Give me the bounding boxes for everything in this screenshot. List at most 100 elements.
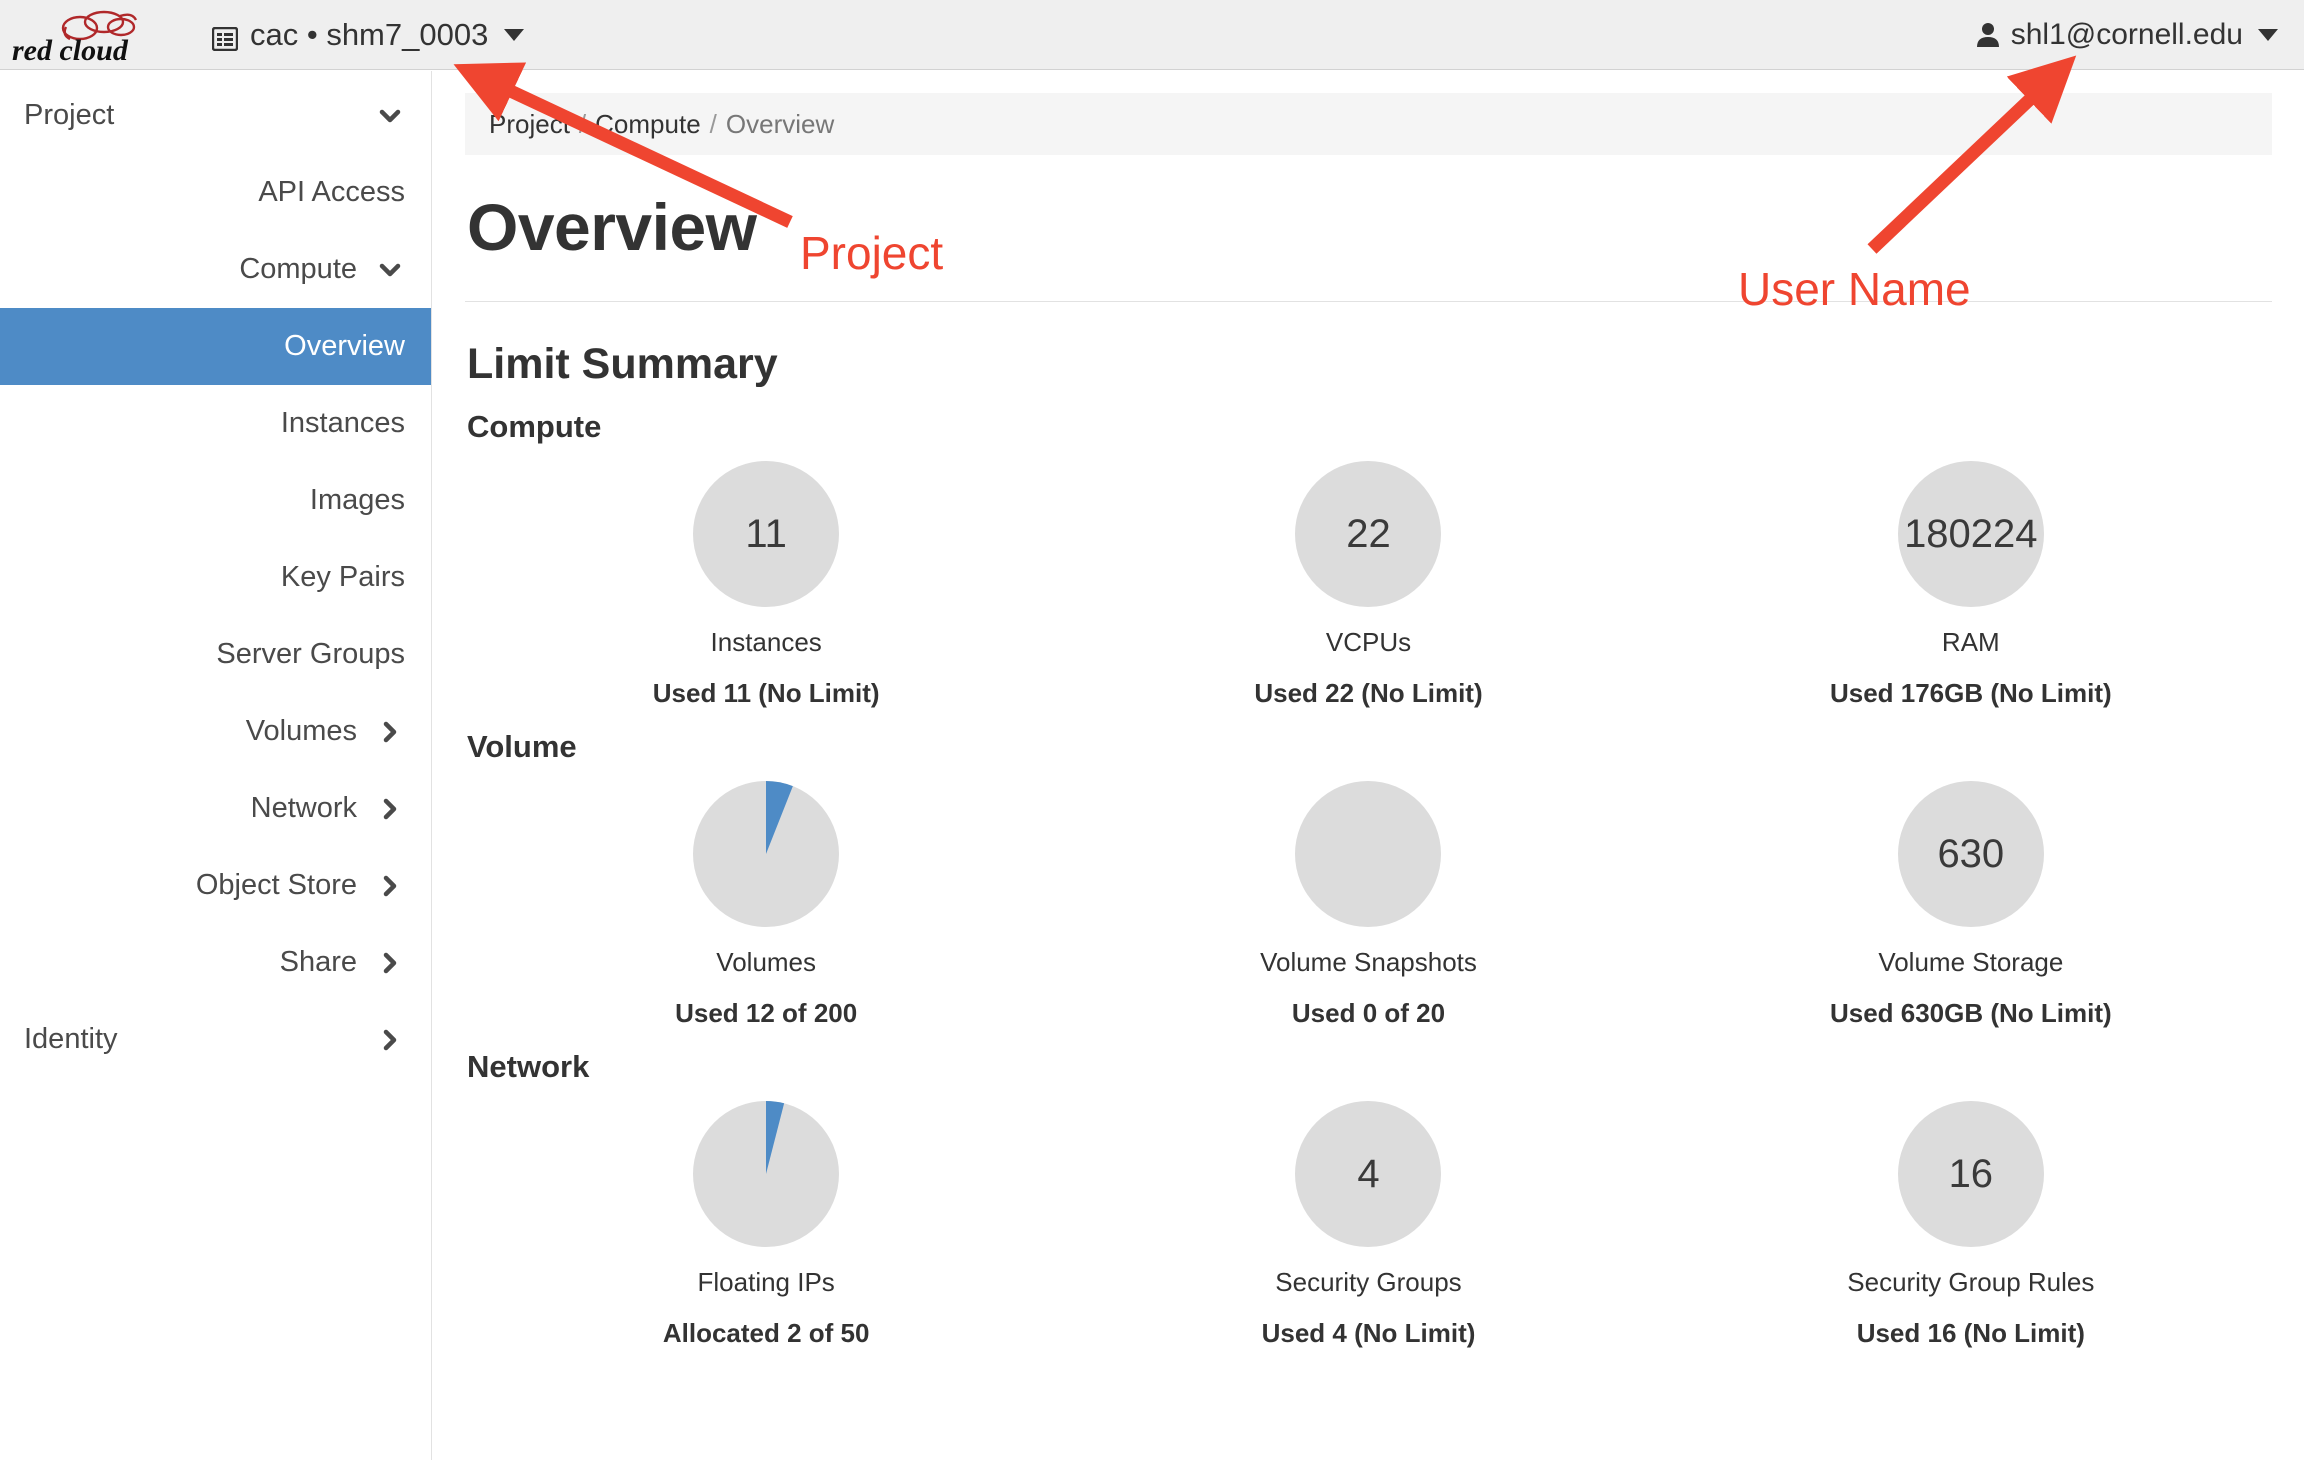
gauge-value-text: 16 xyxy=(1948,1151,1994,1196)
breadcrumb-item-compute[interactable]: Compute xyxy=(595,109,701,140)
gauge-label-instances: Instances xyxy=(710,627,822,657)
gauge-usage-instances: Used 11 (No Limit) xyxy=(652,678,880,708)
gauge-value-text: 4 xyxy=(1357,1151,1380,1196)
gauge-label-volume-storage: Volume Storage xyxy=(1878,947,2064,977)
red-cloud-logo[interactable]: red cloud xyxy=(0,0,170,70)
limit-summary-heading: Limit Summary xyxy=(467,340,778,388)
gauge-label-floating-ips: Floating IPs xyxy=(697,1267,835,1297)
gauge-label-vcpus: VCPUs xyxy=(1325,627,1412,657)
gauge-pie-volumes xyxy=(693,781,840,927)
gauge-value-security-groups: 4 xyxy=(1295,1101,1442,1247)
gauge-row-compute: 11 Instances Used 11 (No Limit) 22 VCPUs Used… xyxy=(465,461,2272,709)
sidebar-item-label: Volumes xyxy=(245,715,357,747)
gauge-value-text: 11 xyxy=(745,511,787,556)
gauge-vcpus: 22 VCPUs Used 22 (No Limit) xyxy=(1067,461,1669,709)
sidebar-item-key-pairs[interactable]: Key Pairs xyxy=(0,539,431,616)
title-divider xyxy=(465,301,2272,302)
breadcrumb-separator: / xyxy=(578,108,587,139)
sidebar-item-label: Images xyxy=(309,484,405,516)
gauge-label-security-groups: Security Groups xyxy=(1275,1267,1462,1297)
chevron-right-icon xyxy=(375,948,405,978)
gauge-label-ram: RAM xyxy=(1941,627,2000,657)
gauge-value-security-group-rules: 16 xyxy=(1897,1101,2044,1247)
section-heading-compute: Compute xyxy=(467,409,602,444)
sidebar-item-label: Server Groups xyxy=(216,638,405,670)
chevron-down-icon xyxy=(375,255,405,285)
gauge-usage-volume-snapshots: Used 0 of 20 xyxy=(1291,998,1446,1028)
gauge-usage-vcpus: Used 22 (No Limit) xyxy=(1254,678,1483,708)
sidebar-item-volumes[interactable]: Volumes xyxy=(0,693,431,770)
gauge-value-text: 180224 xyxy=(1904,511,2038,556)
gauge-row-volume: Volumes Used 12 of 200 Volume Snapshots Use… xyxy=(465,781,2272,1029)
top-bar: red cloud cac • shm7_0003 shl1@cornell.e… xyxy=(0,0,2304,70)
project-switcher-label: cac • shm7_0003 xyxy=(250,16,489,52)
sidebar-item-label: Compute xyxy=(239,253,357,285)
sidebar-item-identity[interactable]: Identity xyxy=(0,1001,431,1078)
section-heading-network: Network xyxy=(467,1049,590,1084)
gauge-value-ram: 180224 xyxy=(1897,461,2044,607)
gauge-label-volumes: Volumes xyxy=(716,947,817,977)
gauge-floating-ips: Floating IPs Allocated 2 of 50 xyxy=(465,1101,1067,1349)
gauge-value-text: 630 xyxy=(1937,831,2005,876)
gauge-volume-storage: 630 Volume Storage Used 630GB (No Limit) xyxy=(1670,781,2272,1029)
sidebar-item-network[interactable]: Network xyxy=(0,770,431,847)
limit-sections: Compute 11 Instances Used 11 (No Limit) 22 VC… xyxy=(465,409,2272,1349)
sidebar-item-label: Key Pairs xyxy=(280,561,405,593)
sidebar-nav: Project API Access Compute Overview Instance… xyxy=(0,71,432,1460)
gauge-instances: 11 Instances Used 11 (No Limit) xyxy=(465,461,1067,709)
sidebar-item-label: Project xyxy=(24,99,115,131)
gauge-row-network: Floating IPs Allocated 2 of 50 4 Security G… xyxy=(465,1101,2272,1349)
gauge-label-volume-snapshots: Volume Snapshots xyxy=(1260,947,1477,977)
gauge-volumes: Volumes Used 12 of 200 xyxy=(465,781,1067,1029)
gauge-label-security-group-rules: Security Group Rules xyxy=(1847,1267,2095,1297)
gauge-ram: 180224 RAM Used 176GB (No Limit) xyxy=(1670,461,2272,709)
project-list-icon xyxy=(211,23,239,51)
gauge-value-instances: 11 xyxy=(693,461,840,607)
gauge-value-volume-snapshots xyxy=(1295,781,1442,927)
chevron-right-icon xyxy=(375,794,405,824)
breadcrumb-separator: / xyxy=(709,108,717,139)
section-heading-volume: Volume xyxy=(467,729,577,764)
user-menu-label: shl1@cornell.edu xyxy=(2010,17,2243,51)
sidebar-item-compute[interactable]: Compute xyxy=(0,231,431,308)
gauge-usage-security-groups: Used 4 (No Limit) xyxy=(1261,1318,1476,1348)
chevron-right-icon xyxy=(375,717,405,747)
gauge-usage-floating-ips: Allocated 2 of 50 xyxy=(662,1318,870,1348)
gauge-security-group-rules: 16 Security Group Rules Used 16 (No Limit) xyxy=(1670,1101,2272,1349)
sidebar-item-server-groups[interactable]: Server Groups xyxy=(0,616,431,693)
sidebar-item-api-access[interactable]: API Access xyxy=(0,154,431,231)
project-switcher[interactable]: cac • shm7_0003 xyxy=(211,16,525,53)
chevron-down-icon xyxy=(2258,28,2278,41)
sidebar-item-object-store[interactable]: Object Store xyxy=(0,847,431,924)
sidebar-item-project[interactable]: Project xyxy=(0,77,431,154)
gauge-pie-floating-ips xyxy=(693,1101,840,1247)
sidebar-item-images[interactable]: Images xyxy=(0,462,431,539)
sidebar-item-label: Identity xyxy=(24,1023,118,1055)
sidebar-item-label: Share xyxy=(279,946,357,978)
gauge-usage-security-group-rules: Used 16 (No Limit) xyxy=(1856,1318,2085,1348)
gauge-value-vcpus: 22 xyxy=(1295,461,1442,607)
breadcrumb-item-project[interactable]: Project xyxy=(489,109,570,140)
user-icon xyxy=(1976,22,2000,48)
gauge-volume-snapshots: Volume Snapshots Used 0 of 20 xyxy=(1067,781,1669,1029)
gauge-security-groups: 4 Security Groups Used 4 (No Limit) xyxy=(1067,1101,1669,1349)
sidebar-item-label: API Access xyxy=(258,176,405,208)
sidebar-item-instances[interactable]: Instances xyxy=(0,385,431,462)
sidebar-item-label: Network xyxy=(250,792,357,824)
breadcrumb: Project / Compute / Overview xyxy=(465,93,2272,155)
gauge-value-volume-storage: 630 xyxy=(1897,781,2044,927)
main-content: Project / Compute / Overview Overview Limit … xyxy=(433,71,2304,1460)
page-title: Overview xyxy=(467,190,757,264)
sidebar-item-overview[interactable]: Overview xyxy=(0,308,431,385)
sidebar-item-share[interactable]: Share xyxy=(0,924,431,1001)
sidebar-item-label: Instances xyxy=(280,407,405,439)
gauge-usage-ram: Used 176GB (No Limit) xyxy=(1829,678,2112,708)
chevron-down-icon xyxy=(504,28,525,41)
user-menu[interactable]: shl1@cornell.edu xyxy=(1976,18,2278,52)
chevron-right-icon xyxy=(375,871,405,901)
chevron-right-icon xyxy=(375,1025,405,1055)
app-root: red cloud cac • shm7_0003 shl1@cornell.e… xyxy=(0,0,2304,1460)
sidebar-item-label: Overview xyxy=(284,330,405,362)
sidebar-item-label: Object Store xyxy=(195,869,357,901)
chevron-down-icon xyxy=(375,101,405,131)
